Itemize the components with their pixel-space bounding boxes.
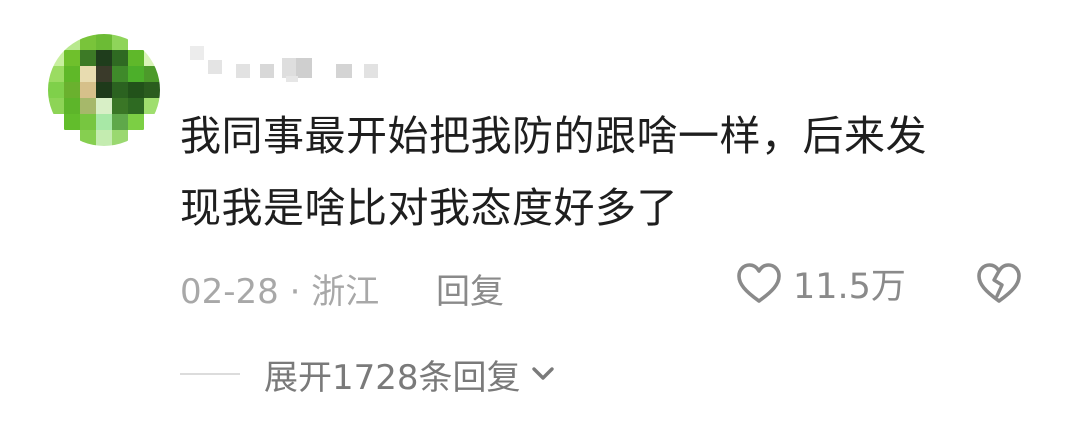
avatar[interactable] [48, 34, 160, 146]
comment-location: 浙江 [311, 272, 380, 312]
expand-replies-button[interactable]: 展开1728条回复 [264, 350, 557, 399]
reply-button[interactable]: 回复 [436, 264, 504, 313]
divider-line [180, 373, 240, 375]
comment-meta: 02-28 · 浙江 [180, 264, 379, 313]
expand-replies-label: 展开1728条回复 [264, 357, 521, 398]
comment-date: 02-28 [180, 272, 279, 312]
like-button[interactable]: 11.5万 [735, 258, 906, 309]
dislike-button[interactable] [975, 260, 1023, 308]
chevron-down-icon [521, 360, 557, 388]
meta-separator: · [289, 272, 301, 312]
comment-text: 我同事最开始把我防的跟啥一样，后来发 现我是啥比对我态度好多了 [180, 100, 1020, 244]
comment-item: 我同事最开始把我防的跟啥一样，后来发 现我是啥比对我态度好多了 02-28 · … [0, 0, 1080, 426]
broken-heart-icon [975, 260, 1023, 308]
username-pixelated[interactable] [190, 46, 390, 82]
comment-actions: 02-28 · 浙江 回复 11.5万 [180, 258, 1030, 314]
heart-outline-icon [735, 260, 783, 308]
like-count: 11.5万 [793, 267, 906, 307]
comment-text-line: 现我是啥比对我态度好多了 [180, 184, 678, 232]
comment-text-line: 我同事最开始把我防的跟啥一样，后来发 [180, 112, 927, 160]
expand-replies-row: 展开1728条回复 [180, 350, 557, 398]
